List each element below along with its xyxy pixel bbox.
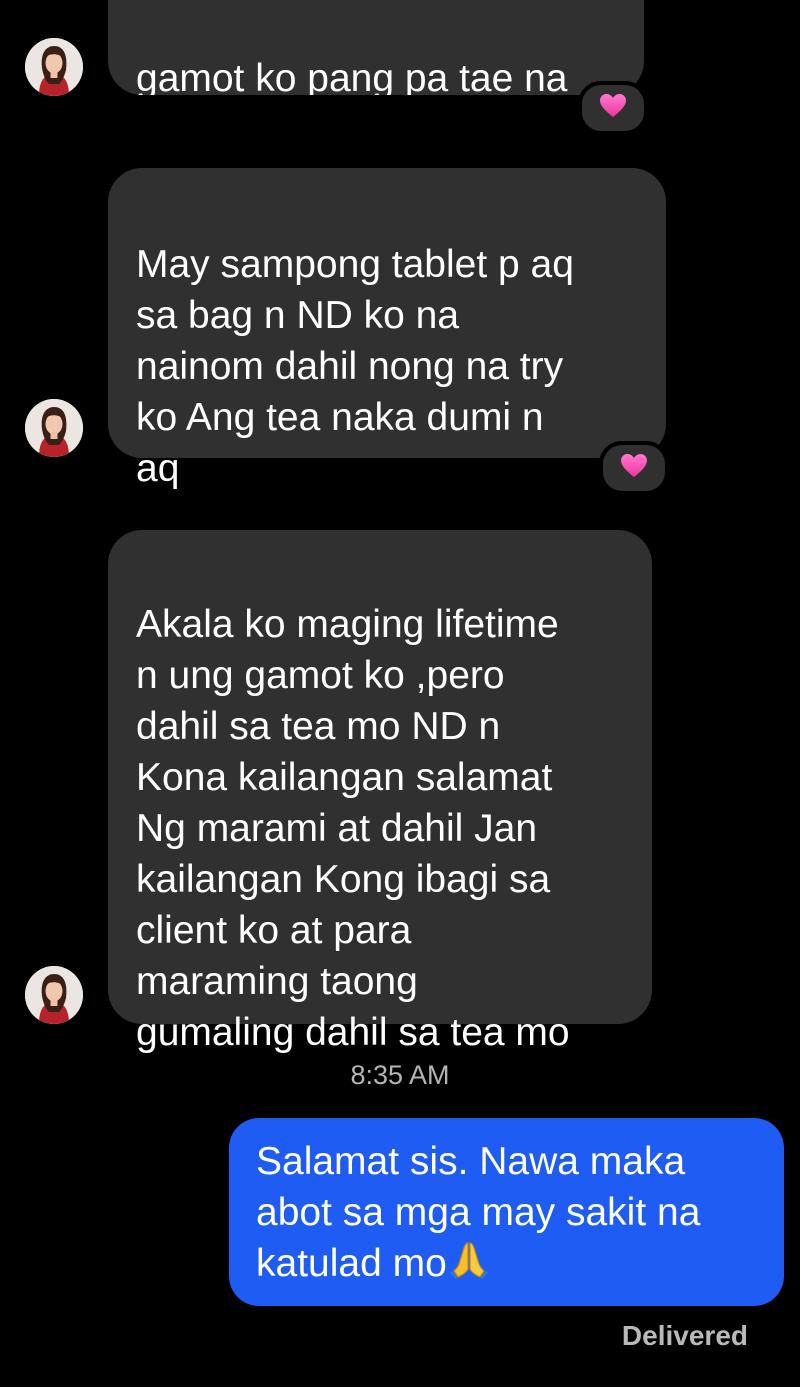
message-timestamp: 8:35 AM (350, 1060, 450, 1090)
folded-hands-icon (449, 1240, 489, 1293)
reaction-badge[interactable] (599, 441, 669, 495)
message-text: Akala ko maging lifetime n ung gamot ko … (136, 603, 570, 1054)
avatar[interactable] (25, 38, 83, 96)
message-thread: gamot ko pang pa tae na nerisita Ng doct… (0, 0, 800, 1387)
avatar[interactable] (25, 966, 83, 1024)
avatar[interactable] (25, 399, 83, 457)
heart-icon (620, 453, 648, 484)
delivery-status: Delivered (621, 1320, 748, 1351)
incoming-message-bubble[interactable]: Akala ko maging lifetime n ung gamot ko … (108, 530, 652, 1054)
outgoing-message-bubble[interactable]: Salamat sis. Nawa maka abot sa mga may s… (229, 1118, 784, 1306)
heart-icon (599, 93, 627, 124)
message-text: May sampong tablet p aq sa bag n ND ko n… (136, 243, 574, 490)
incoming-message-bubble[interactable]: gamot ko pang pa tae na nerisita Ng doct… (108, 0, 644, 95)
incoming-message-bubble[interactable]: May sampong tablet p aq sa bag n ND ko n… (108, 168, 666, 490)
message-text: gamot ko pang pa tae na nerisita Ng doct… (136, 57, 568, 95)
reaction-badge[interactable] (578, 81, 648, 135)
